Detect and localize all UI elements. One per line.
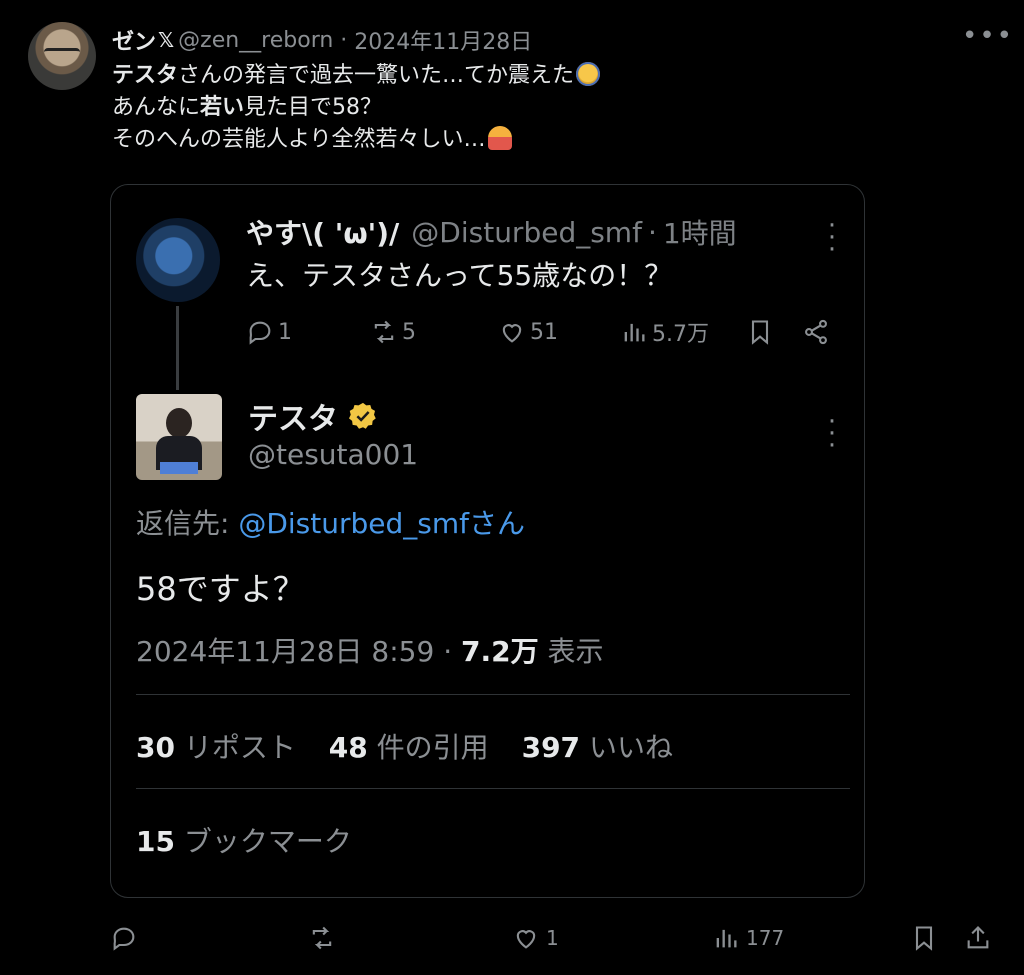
reply-icon: [113, 927, 135, 951]
upload-icon: [967, 926, 989, 949]
reply-to-label: 返信先:: [136, 507, 239, 540]
reply-more-icon[interactable]: · · ·: [822, 409, 842, 459]
parent-share-button[interactable]: [802, 312, 834, 352]
tweet-header: ゼン 𝕏 @zen__reborn · 2024年11月28日: [112, 24, 532, 56]
reply-to-line: 返信先: @Disturbed_smfさん: [136, 502, 525, 542]
text-line-2-post: 見た目で58？: [244, 95, 383, 120]
x-logo-icon: 𝕏: [158, 28, 175, 52]
reply-author-name[interactable]: テスタ: [248, 394, 338, 438]
share-icon: [805, 319, 827, 345]
tweet-date[interactable]: 2024年11月28日: [354, 24, 532, 56]
tweet-text: テスタさんの発言で過去一驚いた…てか震えた あんなに若い見た目で58？ そのへん…: [112, 60, 601, 156]
text-line-2-pre: あんなに: [112, 95, 201, 120]
verified-badge-icon: [349, 402, 376, 429]
text-line-1: さんの発言で過去一驚いた…てか震えた: [178, 63, 575, 88]
like-button[interactable]: 1: [512, 918, 559, 958]
parent-more-icon[interactable]: · · ·: [822, 213, 842, 263]
parent-bookmark-button[interactable]: [746, 312, 778, 352]
parent-views-count: 5.7万: [652, 322, 709, 347]
shocked-face-emoji-icon: [576, 62, 601, 86]
parent-reply-button[interactable]: 1: [246, 312, 292, 352]
repost-icon: [312, 926, 332, 950]
author-handle[interactable]: @zen__reborn: [178, 28, 333, 53]
separator-dot: ·: [333, 27, 355, 53]
quotes-count: 48: [328, 731, 368, 764]
reposts-count: 30: [136, 731, 175, 764]
parent-handle[interactable]: @Disturbed_smf: [411, 216, 642, 249]
views-count: 177: [746, 926, 785, 950]
parent-repost-count: 5: [402, 319, 416, 345]
parent-like-button[interactable]: 51: [498, 312, 558, 352]
text-line-2-bold: 若い: [200, 95, 245, 120]
parent-text: え、テスタさんって55歳なの！？: [246, 259, 673, 292]
reply-views-label: 表示: [547, 635, 604, 668]
reply-to-link[interactable]: @Disturbed_smfさん: [238, 507, 525, 540]
thread-connector: [176, 306, 179, 390]
author-avatar[interactable]: [28, 22, 96, 90]
reply-author-name-row: テスタ: [248, 394, 378, 438]
bookmarks-label: ブックマーク: [183, 825, 352, 858]
parent-display-name[interactable]: やす\( 'ω')/: [246, 212, 399, 252]
reply-icon: [249, 321, 271, 345]
bookmark-icon: [915, 926, 933, 951]
text-line-3: そのへんの芸能人より全然若々しい…: [112, 127, 486, 152]
reply-meta: 2024年11月28日 8:59 · 7.2万 表示: [136, 630, 604, 670]
divider: [136, 788, 850, 789]
like-icon: [502, 324, 522, 343]
parent-header: やす\( 'ω')/ @Disturbed_smf · 1時間: [246, 212, 737, 252]
repost-icon: [374, 320, 394, 344]
likes-stat[interactable]: 397 いいね: [522, 731, 673, 764]
bookmarks-stat[interactable]: 15 ブックマーク: [136, 820, 352, 860]
separator-dot: ·: [647, 215, 657, 249]
reply-timestamp[interactable]: 2024年11月28日 8:59: [136, 635, 434, 668]
mention-bold: テスタ: [112, 63, 179, 88]
bookmark-icon: [751, 320, 769, 345]
likes-label: いいね: [588, 731, 673, 764]
engagement-stats: 30 リポスト 48 件の引用 397 いいね: [136, 726, 697, 766]
parent-reply-count: 1: [278, 319, 292, 345]
bookmark-button[interactable]: [910, 918, 944, 958]
reposts-label: リポスト: [183, 731, 296, 764]
views-button[interactable]: 177: [712, 918, 784, 958]
parent-time[interactable]: 1時間: [663, 212, 737, 252]
like-count: 1: [546, 926, 559, 950]
parent-action-bar: 1 5 51 5.7万: [246, 312, 846, 352]
parent-avatar[interactable]: [136, 218, 220, 302]
facepalm-emoji-icon: [487, 126, 512, 150]
reply-button[interactable]: [110, 918, 144, 958]
tweet: ゼン 𝕏 @zen__reborn · 2024年11月28日 ••• テスタさ…: [0, 0, 1024, 975]
likes-count: 397: [521, 731, 581, 764]
repost-button[interactable]: [308, 918, 342, 958]
reply-text: 58ですよ？: [136, 570, 305, 608]
bookmarks-count: 15: [136, 825, 175, 858]
quotes-stat[interactable]: 48 件の引用: [329, 731, 489, 764]
parent-like-count: 51: [530, 319, 558, 345]
share-button[interactable]: [964, 918, 998, 958]
separator-dot: ·: [443, 635, 462, 668]
like-icon: [516, 930, 536, 949]
views-icon: [716, 929, 737, 948]
reply-views-count: 7.2万: [461, 635, 539, 668]
views-icon: [624, 323, 645, 342]
reply-author-handle[interactable]: @tesuta001: [248, 438, 418, 471]
reposts-stat[interactable]: 30 リポスト: [136, 731, 296, 764]
parent-repost-button[interactable]: 5: [370, 312, 416, 352]
divider: [136, 694, 850, 695]
author-display-name[interactable]: ゼン: [112, 24, 156, 56]
parent-views-button[interactable]: 5.7万: [620, 312, 709, 352]
tweet-action-bar: 1 177: [0, 918, 1024, 958]
reply-author-avatar[interactable]: [136, 394, 222, 480]
more-icon[interactable]: •••: [962, 23, 1012, 54]
quotes-label: 件の引用: [376, 731, 489, 764]
